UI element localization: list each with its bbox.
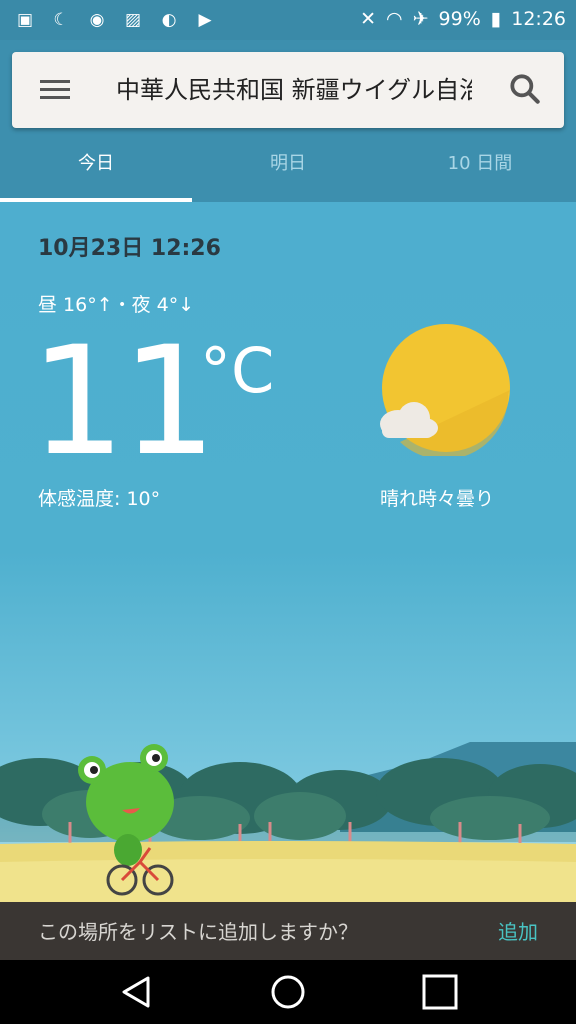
recents-icon[interactable] [420,974,460,1010]
landscape-illustration [0,742,576,902]
app-bar: 中華人民共和国 新疆ウイグル自治区 今日 明日 10 日間 [0,40,576,202]
image-icon: ▨ [124,10,142,30]
back-icon[interactable] [116,974,156,1010]
navigation-bar [0,960,576,1024]
weather-condition: 晴れ時々曇り [380,488,495,510]
weather-panel: 10月23日 12:26 昼 16°↑・夜 4°↓ 11 °C 体感温度: 10… [0,202,576,902]
status-bar: ▣ ☾ ◉ ▨ ◐ ▶ ✕ ◠ ✈ 99% ▮ 12:26 [0,0,576,40]
wifi-icon: ◠ [386,8,403,30]
day-tabs: 今日 明日 10 日間 [0,140,576,202]
partly-sunny-icon [380,324,510,456]
home-icon[interactable] [268,974,308,1010]
feels-like: 体感温度: 10° [38,488,161,510]
tab-10-days[interactable]: 10 日間 [384,140,576,202]
contacts-icon: ▣ [16,10,34,30]
search-bar[interactable]: 中華人民共和国 新疆ウイグル自治区 [12,52,564,128]
tab-today[interactable]: 今日 [0,140,192,202]
clock: 12:26 [511,8,566,30]
toggle-icon: ◐ [161,10,177,30]
system-icons: ✕ ◠ ✈ 99% ▮ 12:26 [360,8,566,30]
battery-percent: 99% [438,8,481,30]
current-temperature: 11 [30,315,217,489]
mute-icon: ✕ [360,8,377,30]
battery-icon: ▮ [490,8,502,30]
temperature-unit: °C [200,334,275,407]
play-store-icon: ▶ [198,10,212,30]
tab-tomorrow[interactable]: 明日 [192,140,384,202]
add-button[interactable]: 追加 [498,916,538,945]
high-low-temps: 昼 16°↑・夜 4°↓ [38,294,195,316]
date-time: 10月23日 12:26 [38,236,221,261]
add-location-snackbar: この場所をリストに追加しますか？ 追加 [0,902,576,960]
snackbar-message: この場所をリストに追加しますか？ [38,920,358,944]
airplane-icon: ✈ [412,8,429,30]
menu-icon[interactable] [38,76,72,104]
location-field[interactable]: 中華人民共和国 新疆ウイグル自治区 [116,70,472,110]
lock-icon: ◉ [89,10,105,30]
notification-icons: ▣ ☾ ◉ ▨ ◐ ▶ [12,7,218,33]
moon-icon: ☾ [53,10,69,30]
search-icon[interactable] [506,70,544,108]
